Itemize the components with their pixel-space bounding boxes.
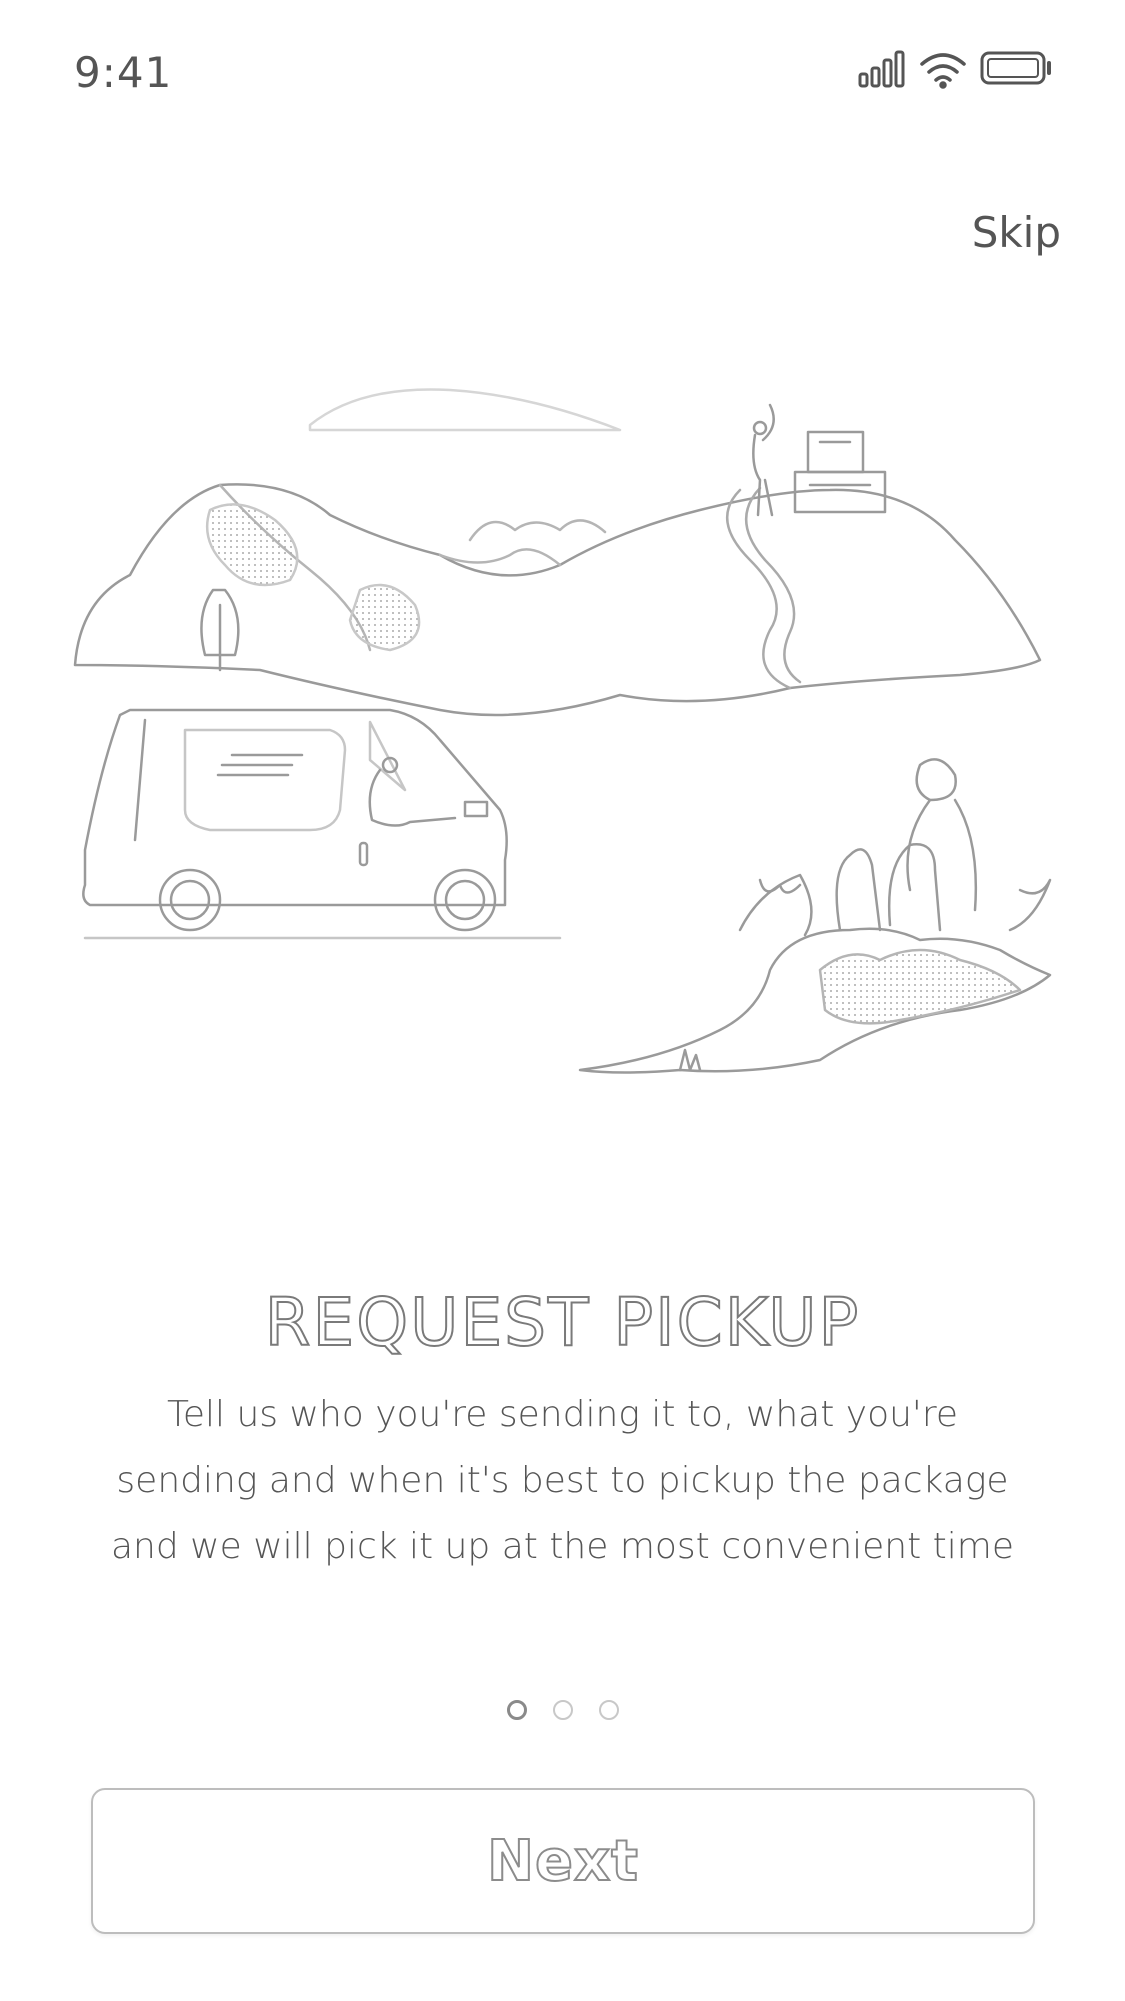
signal-icon (858, 50, 905, 88)
battery-icon (980, 51, 1051, 85)
pagination-dot-2[interactable] (552, 1700, 573, 1720)
skip-button[interactable]: Skip (972, 208, 1061, 257)
description-text: Tell us who you're sending it to, what y… (110, 1382, 1015, 1580)
next-button-label: Next (486, 1828, 639, 1895)
status-bar: 9:41 (0, 0, 1125, 150)
page-title: REQUEST PICKUP (264, 1283, 861, 1362)
status-time: 9:41 (74, 48, 173, 97)
delivery-illustration (60, 370, 1070, 1080)
description-line: and we will pick it up at the most conve… (110, 1526, 1015, 1567)
wifi-icon (920, 53, 966, 89)
description-line: sending and when it's best to pickup the… (116, 1460, 1009, 1501)
description-line: Tell us who you're sending it to, what y… (167, 1394, 958, 1435)
status-icons (858, 44, 1063, 94)
pagination-dots (0, 1700, 1125, 1720)
next-button[interactable]: Next (91, 1788, 1035, 1934)
pagination-dot-1[interactable] (506, 1700, 527, 1720)
pagination-dot-3[interactable] (598, 1700, 619, 1720)
